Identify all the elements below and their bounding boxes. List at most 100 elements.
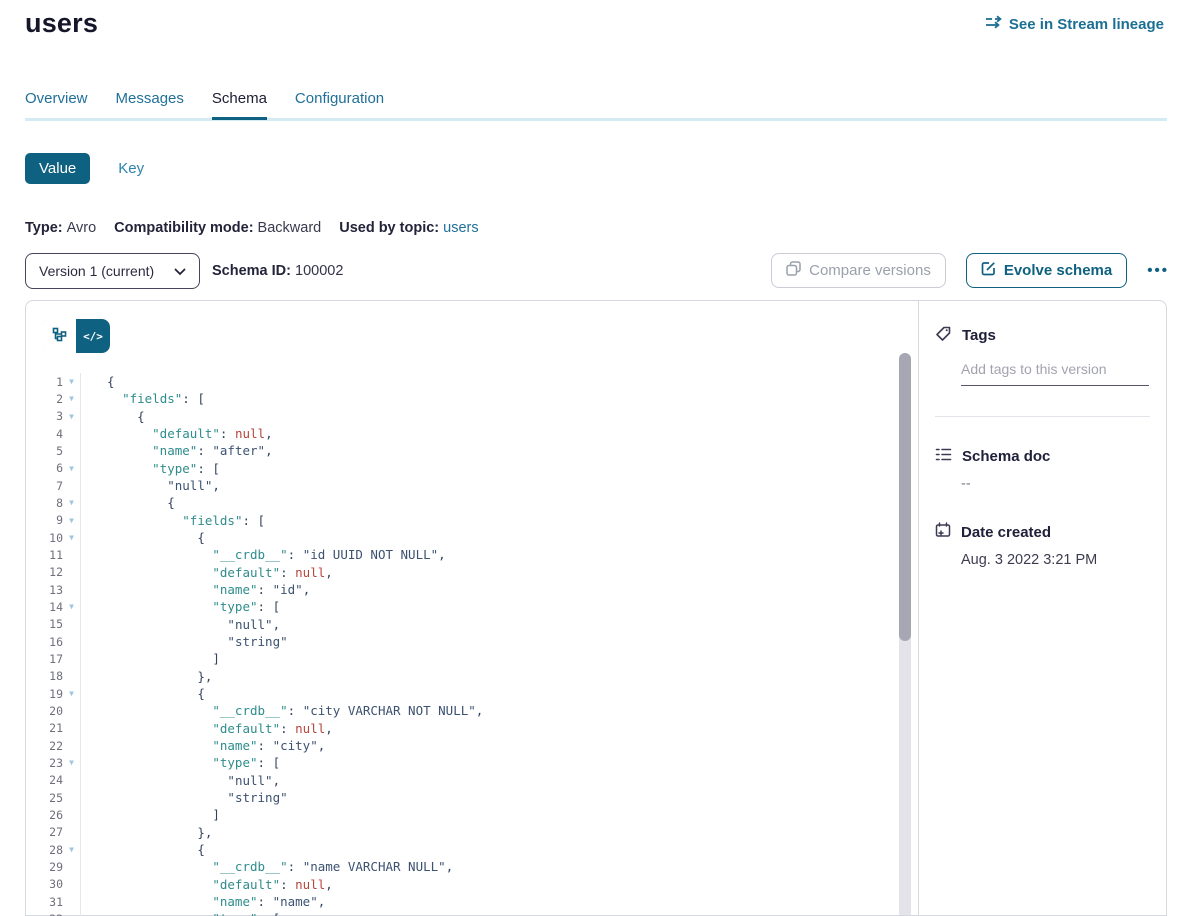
tags-title: Tags [962, 327, 996, 344]
value-toggle-button[interactable]: Value [25, 153, 90, 184]
line-number: 7 [27, 479, 63, 493]
code-line: 29 "__crdb__": "name VARCHAR NULL", [27, 858, 917, 875]
schema-actions: Compare versions Evolve schema ••• [771, 253, 1169, 288]
code-text: }, [81, 825, 212, 840]
used-by-topic-link[interactable]: users [443, 220, 478, 236]
tree-view-button[interactable] [42, 319, 76, 353]
code-line: 7 "null", [27, 477, 917, 494]
tab-messages[interactable]: Messages [116, 90, 184, 120]
line-number: 4 [27, 427, 63, 441]
fold-caret-icon[interactable]: ▼ [63, 377, 80, 386]
fold-caret-icon[interactable]: ▼ [63, 464, 80, 473]
code-scrollbar-thumb[interactable] [899, 353, 911, 641]
code-text: { [81, 530, 205, 545]
version-select[interactable]: Version 1 (current) [25, 253, 200, 289]
code-text: "__crdb__": "name VARCHAR NULL", [81, 859, 453, 874]
code-line: 30 "default": null, [27, 876, 917, 893]
tab-schema[interactable]: Schema [212, 90, 267, 120]
code-text: { [81, 495, 175, 510]
code-line: 20 "__crdb__": "city VARCHAR NOT NULL", [27, 702, 917, 719]
key-toggle-button[interactable]: Key [118, 160, 144, 177]
code-line: 2▼ "fields": [ [27, 390, 917, 407]
tags-section-header: Tags [935, 325, 1150, 346]
code-scrollbar-track[interactable] [899, 353, 911, 915]
code-text: "name": "after", [81, 443, 273, 458]
more-options-button[interactable]: ••• [1147, 262, 1169, 279]
code-text: "__crdb__": "city VARCHAR NOT NULL", [81, 703, 483, 718]
code-text: "type": [ [81, 755, 280, 770]
code-line: 9▼ "fields": [ [27, 512, 917, 529]
line-number: 5 [27, 444, 63, 458]
code-text: "string" [81, 634, 288, 649]
schema-id-value: 100002 [295, 263, 343, 279]
line-number: 20 [27, 704, 63, 718]
code-line: 25 "string" [27, 789, 917, 806]
line-number: 6 [27, 461, 63, 475]
fold-caret-icon[interactable]: ▼ [63, 758, 80, 767]
see-in-stream-lineage-label: See in Stream lineage [1009, 16, 1164, 33]
tree-view-icon [52, 327, 67, 345]
fold-caret-icon[interactable]: ▼ [63, 533, 80, 542]
compare-versions-button[interactable]: Compare versions [771, 253, 946, 288]
code-text: "default": null, [81, 565, 333, 580]
code-text: "string" [81, 790, 288, 805]
code-text: "__crdb__": "id UUID NOT NULL", [81, 547, 446, 562]
code-line: 11 "__crdb__": "id UUID NOT NULL", [27, 546, 917, 563]
line-number: 31 [27, 895, 63, 909]
schema-page: users See in Stream lineage Overview Mes… [0, 0, 1189, 916]
fold-caret-icon[interactable]: ▼ [63, 845, 80, 854]
tab-configuration[interactable]: Configuration [295, 90, 384, 120]
fold-caret-icon[interactable]: ▼ [63, 516, 80, 525]
line-number: 11 [27, 548, 63, 562]
type-label: Type: [25, 220, 63, 236]
evolve-schema-label: Evolve schema [1004, 262, 1112, 279]
tab-overview[interactable]: Overview [25, 90, 88, 120]
chevron-down-icon [174, 263, 186, 279]
line-number: 2 [27, 392, 63, 406]
code-text: }, [81, 669, 212, 684]
line-number: 27 [27, 825, 63, 839]
line-number: 22 [27, 739, 63, 753]
code-line: 1▼{ [27, 373, 917, 390]
code-line: 24 "null", [27, 772, 917, 789]
code-line: 22 "name": "city", [27, 737, 917, 754]
fold-caret-icon[interactable]: ▼ [63, 498, 80, 507]
tag-icon [935, 325, 952, 346]
code-line: 19▼ { [27, 685, 917, 702]
code-editor-lines[interactable]: 1▼{2▼ "fields": [3▼ {4 "default": null,5… [27, 373, 917, 916]
code-line: 12 "default": null, [27, 564, 917, 581]
code-line: 16 "string" [27, 633, 917, 650]
code-line: 27 }, [27, 824, 917, 841]
see-in-stream-lineage-link[interactable]: See in Stream lineage [985, 15, 1164, 33]
schema-doc-section: Schema doc -- [935, 447, 1150, 492]
line-number: 9 [27, 513, 63, 527]
fold-caret-icon[interactable]: ▼ [63, 394, 80, 403]
compare-versions-label: Compare versions [809, 262, 931, 279]
schema-id-label: Schema ID: [212, 263, 291, 279]
fold-caret-icon[interactable]: ▼ [63, 689, 80, 698]
value-key-toggle: Value Key [25, 153, 144, 184]
code-text: "name": "name", [81, 894, 325, 909]
code-text: "default": null, [81, 426, 273, 441]
line-number: 16 [27, 635, 63, 649]
code-text: "type": [ [81, 599, 280, 614]
schema-meta-row: Type:Avro Compatibility mode:Backward Us… [25, 220, 479, 236]
code-line: 3▼ { [27, 408, 917, 425]
date-created-section: Date created Aug. 3 2022 3:21 PM [935, 522, 1150, 568]
code-view-button[interactable]: </> [76, 319, 110, 353]
compatibility-value: Backward [258, 220, 322, 236]
add-tags-input[interactable] [961, 361, 1149, 386]
code-text: "type": [ [81, 461, 220, 476]
code-line: 5 "name": "after", [27, 442, 917, 459]
schema-sidebar: Tags Schema doc -- [918, 301, 1166, 915]
date-created-title: Date created [961, 524, 1051, 541]
schema-doc-title: Schema doc [962, 448, 1050, 465]
fold-caret-icon[interactable]: ▼ [63, 412, 80, 421]
line-number: 15 [27, 617, 63, 631]
fold-caret-icon[interactable]: ▼ [63, 602, 80, 611]
type-value: Avro [67, 220, 97, 236]
code-text: "null", [81, 478, 220, 493]
code-line: 21 "default": null, [27, 720, 917, 737]
line-number: 29 [27, 860, 63, 874]
evolve-schema-button[interactable]: Evolve schema [966, 253, 1127, 288]
